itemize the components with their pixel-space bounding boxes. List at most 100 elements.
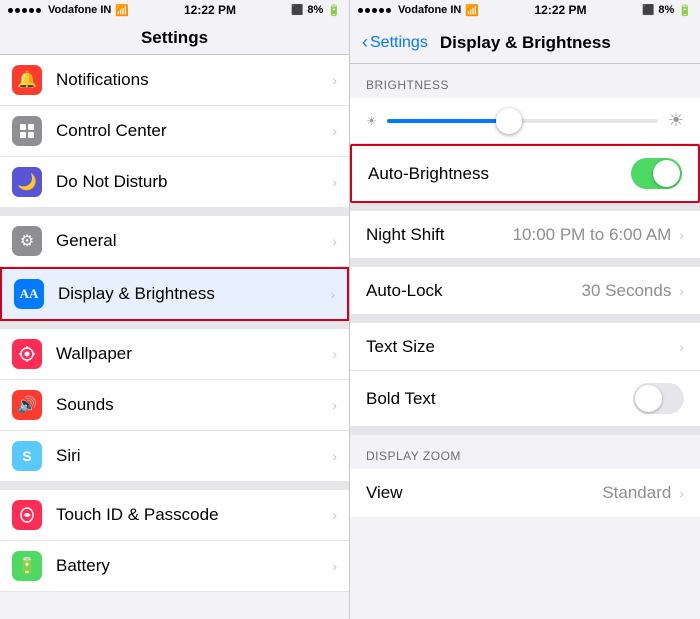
sidebar-item-siri[interactable]: S Siri › (0, 431, 349, 482)
right-battery-icon: 🔋 (678, 4, 692, 17)
auto-brightness-row[interactable]: Auto-Brightness (350, 144, 700, 203)
section-group-2: ⚙ General › AA Display & Brightness › (0, 216, 349, 321)
siri-label: Siri (56, 446, 328, 466)
left-wifi-icon: 📶 (115, 4, 129, 17)
left-battery-icon: 🔋 (327, 4, 341, 17)
auto-lock-label: Auto-Lock (366, 281, 443, 301)
brightness-high-icon: ☀ (668, 110, 684, 131)
signal-dots (8, 8, 41, 13)
section-divider-nightshift (350, 259, 700, 267)
wallpaper-icon (12, 339, 42, 369)
sidebar-item-touch-id[interactable]: Touch ID & Passcode › (0, 490, 349, 541)
do-not-disturb-chevron: › (332, 174, 337, 190)
display-brightness-icon: AA (14, 279, 44, 309)
brightness-slider-row[interactable]: ☀ ☀ (350, 98, 700, 144)
back-label: Settings (370, 34, 428, 52)
battery-label: Battery (56, 556, 328, 576)
right-header: ‹ Settings Display & Brightness (350, 20, 700, 64)
section-group-1: 🔔 Notifications › (0, 55, 349, 208)
auto-lock-value-group: 30 Seconds › (582, 281, 684, 301)
auto-lock-row[interactable]: Auto-Lock 30 Seconds › (350, 267, 700, 315)
sounds-chevron: › (332, 397, 337, 413)
bold-text-toggle-knob (635, 385, 662, 412)
back-button[interactable]: ‹ Settings (362, 32, 428, 53)
view-row[interactable]: View Standard › (350, 469, 700, 517)
night-shift-row[interactable]: Night Shift 10:00 PM to 6:00 AM › (350, 211, 700, 259)
notifications-chevron: › (332, 72, 337, 88)
right-panel: ‹ Settings Display & Brightness BRIGHTNE… (350, 20, 700, 619)
do-not-disturb-label: Do Not Disturb (56, 172, 328, 192)
touch-id-label: Touch ID & Passcode (56, 505, 328, 525)
wallpaper-label: Wallpaper (56, 344, 328, 364)
siri-icon: S (12, 441, 42, 471)
left-status-left: Vodafone IN 📶 (8, 4, 129, 17)
right-screen-icon: ⬛ (642, 5, 654, 16)
wallpaper-chevron: › (332, 346, 337, 362)
night-shift-value: 10:00 PM to 6:00 AM (513, 225, 672, 245)
view-value-group: Standard › (602, 483, 684, 503)
brightness-section-header: BRIGHTNESS (350, 64, 700, 98)
brightness-slider-track[interactable] (387, 119, 658, 123)
text-size-chevron: › (679, 339, 684, 355)
bold-text-row[interactable]: Bold Text (350, 371, 700, 427)
night-shift-label: Night Shift (366, 225, 444, 245)
left-carrier: Vodafone IN (48, 4, 111, 16)
right-status-left: Vodafone IN 📶 (358, 4, 479, 17)
right-panel-title: Display & Brightness (440, 33, 611, 53)
do-not-disturb-icon: 🌙 (12, 167, 42, 197)
left-time: 12:22 PM (184, 3, 236, 17)
sidebar-item-sounds[interactable]: 🔊 Sounds › (0, 380, 349, 431)
sidebar-item-general[interactable]: ⚙ General › (0, 216, 349, 267)
text-size-row[interactable]: Text Size › (350, 323, 700, 371)
left-panel-title: Settings (0, 20, 349, 55)
battery-icon: 🔋 (12, 551, 42, 581)
right-time: 12:22 PM (534, 3, 586, 17)
siri-chevron: › (332, 448, 337, 464)
notifications-icon: 🔔 (12, 65, 42, 95)
display-zoom-header: DISPLAY ZOOM (350, 435, 700, 469)
sidebar-item-do-not-disturb[interactable]: 🌙 Do Not Disturb › (0, 157, 349, 208)
left-battery-pct: 8% (307, 4, 323, 16)
bold-text-toggle[interactable] (633, 383, 684, 414)
brightness-slider-thumb[interactable] (496, 108, 522, 134)
battery-chevron: › (332, 558, 337, 574)
general-chevron: › (332, 233, 337, 249)
general-icon: ⚙ (12, 226, 42, 256)
auto-brightness-label: Auto-Brightness (368, 164, 489, 184)
auto-brightness-toggle[interactable] (631, 158, 682, 189)
touch-id-chevron: › (332, 507, 337, 523)
right-carrier: Vodafone IN (398, 4, 461, 16)
section-divider-bold (350, 427, 700, 435)
notifications-label: Notifications (56, 70, 328, 90)
left-screen-icon: ⬛ (291, 5, 303, 16)
view-value: Standard (602, 483, 671, 503)
control-center-chevron: › (332, 123, 337, 139)
divider-3 (0, 482, 349, 490)
brightness-low-icon: ☀ (366, 114, 377, 128)
sidebar-item-display-brightness[interactable]: AA Display & Brightness › (0, 267, 349, 321)
right-signal-dots (358, 8, 391, 13)
right-content: BRIGHTNESS ☀ ☀ Auto-Brightness (350, 64, 700, 619)
divider-1 (0, 208, 349, 216)
settings-list: 🔔 Notifications › (0, 55, 349, 619)
right-wifi-icon: 📶 (465, 4, 479, 17)
sidebar-item-battery[interactable]: 🔋 Battery › (0, 541, 349, 592)
night-shift-value-group: 10:00 PM to 6:00 AM › (513, 225, 684, 245)
display-brightness-label: Display & Brightness (58, 284, 326, 304)
right-battery-pct: 8% (658, 4, 674, 16)
text-size-label: Text Size (366, 337, 435, 357)
sounds-label: Sounds (56, 395, 328, 415)
section-divider-autolock (350, 315, 700, 323)
sidebar-item-control-center[interactable]: Control Center › (0, 106, 349, 157)
toggle-knob (653, 160, 680, 187)
control-center-label: Control Center (56, 121, 328, 141)
left-status-right: ⬛ 8% 🔋 (291, 4, 341, 17)
section-divider-brightness (350, 203, 700, 211)
view-chevron: › (679, 485, 684, 501)
divider-2 (0, 321, 349, 329)
display-brightness-chevron: › (330, 286, 335, 302)
section-group-4: Touch ID & Passcode › 🔋 Battery › (0, 490, 349, 592)
right-status-right: ⬛ 8% 🔋 (642, 4, 692, 17)
sidebar-item-notifications[interactable]: 🔔 Notifications › (0, 55, 349, 106)
sidebar-item-wallpaper[interactable]: Wallpaper › (0, 329, 349, 380)
